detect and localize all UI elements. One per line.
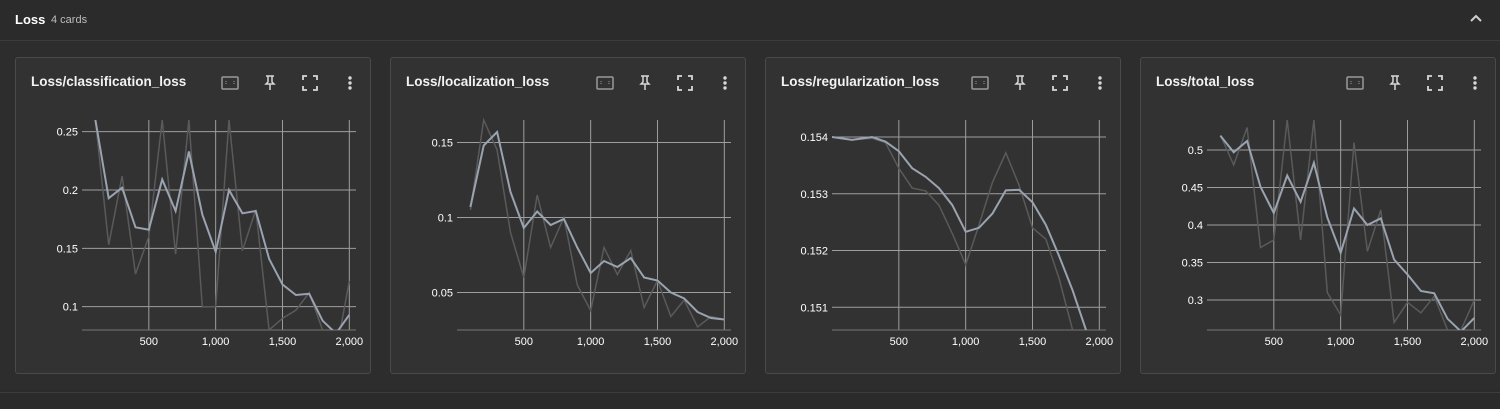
fullscreen-icon[interactable] bbox=[1424, 72, 1446, 94]
x-tick-label: 1,000 bbox=[202, 336, 230, 348]
y-tick-label: 0.152 bbox=[800, 246, 828, 258]
chart-card: Loss/regularization_loss 0.151 0.152 0.153 0… bbox=[765, 57, 1121, 374]
line-chart[interactable]: 0.151 0.152 0.153 0.154 500 1,000 1,500 2,000 bbox=[766, 98, 1120, 368]
y-tick-label: 0.2 bbox=[63, 185, 78, 197]
fit-domain-icon[interactable] bbox=[219, 72, 241, 94]
raw-series-line bbox=[469, 117, 725, 329]
x-tick-label: 2,000 bbox=[1461, 336, 1489, 348]
x-tick-label: 1,000 bbox=[577, 336, 605, 348]
y-tick-label: 0.1 bbox=[63, 302, 78, 314]
cards-area: Loss/classification_loss 0.1 0.15 0.2 0.25 50… bbox=[0, 41, 1500, 390]
y-tick-label: 0.25 bbox=[57, 127, 78, 139]
pin-icon[interactable] bbox=[259, 72, 281, 94]
chart-title: Loss/localization_loss bbox=[406, 74, 550, 89]
y-tick-label: 0.05 bbox=[432, 288, 453, 300]
raw-series-line bbox=[94, 119, 351, 330]
chart-title: Loss/total_loss bbox=[1156, 74, 1255, 89]
x-tick-label: 500 bbox=[890, 336, 908, 348]
fit-domain-icon[interactable] bbox=[969, 72, 991, 94]
y-tick-label: 0.3 bbox=[1188, 295, 1203, 307]
y-tick-label: 0.154 bbox=[800, 132, 828, 144]
group-card-count: 4 cards bbox=[51, 14, 88, 26]
pin-icon[interactable] bbox=[1009, 72, 1031, 94]
y-tick-label: 0.15 bbox=[432, 138, 453, 150]
x-tick-label: 1,500 bbox=[1394, 336, 1422, 348]
y-tick-label: 0.15 bbox=[57, 243, 78, 255]
y-tick-label: 0.4 bbox=[1188, 220, 1203, 232]
next-group-header bbox=[0, 392, 1500, 409]
chart-card: Loss/classification_loss 0.1 0.15 0.2 0.25 50… bbox=[15, 57, 371, 374]
pin-icon[interactable] bbox=[1384, 72, 1406, 94]
raw-series-line bbox=[832, 136, 1074, 330]
more-vert-icon[interactable] bbox=[339, 72, 361, 94]
more-vert-icon[interactable] bbox=[1464, 72, 1486, 94]
smoothed-series-line bbox=[94, 119, 351, 330]
fit-domain-icon[interactable] bbox=[1344, 72, 1366, 94]
more-vert-icon[interactable] bbox=[1089, 72, 1111, 94]
line-chart[interactable]: 0.3 0.35 0.4 0.45 0.5 500 1,000 1,500 2,000 bbox=[1141, 98, 1495, 368]
y-tick-label: 0.151 bbox=[800, 302, 828, 314]
x-tick-label: 1,000 bbox=[1327, 336, 1355, 348]
more-vert-icon[interactable] bbox=[714, 72, 736, 94]
y-tick-label: 0.35 bbox=[1182, 258, 1203, 270]
x-tick-label: 1,000 bbox=[952, 336, 980, 348]
x-tick-label: 2,000 bbox=[336, 336, 364, 348]
fullscreen-icon[interactable] bbox=[674, 72, 696, 94]
x-tick-label: 2,000 bbox=[1086, 336, 1114, 348]
y-tick-label: 0.1 bbox=[438, 213, 453, 225]
y-tick-label: 0.153 bbox=[800, 189, 828, 201]
group-header: Loss 4 cards bbox=[0, 0, 1500, 41]
x-tick-label: 1,500 bbox=[1019, 336, 1047, 348]
fullscreen-icon[interactable] bbox=[299, 72, 321, 94]
x-tick-label: 500 bbox=[1265, 336, 1283, 348]
chart-card: Loss/localization_loss 0.05 0.1 0.15 500 1,00… bbox=[390, 57, 746, 374]
line-chart[interactable]: 0.1 0.15 0.2 0.25 500 1,000 1,500 2,000 bbox=[16, 98, 370, 368]
smoothed-series-line bbox=[832, 135, 1087, 330]
chevron-up-icon[interactable] bbox=[1468, 10, 1484, 26]
x-tick-label: 1,500 bbox=[644, 336, 672, 348]
pin-icon[interactable] bbox=[634, 72, 656, 94]
chart-card: Loss/total_loss 0.3 0.35 0.4 0.45 0.5 500 1,000… bbox=[1140, 57, 1496, 374]
x-tick-label: 500 bbox=[515, 336, 533, 348]
y-tick-label: 0.5 bbox=[1188, 145, 1203, 157]
x-tick-label: 1,500 bbox=[269, 336, 297, 348]
fit-domain-icon[interactable] bbox=[594, 72, 616, 94]
smoothed-series-line bbox=[469, 129, 725, 321]
x-tick-label: 2,000 bbox=[711, 336, 739, 348]
line-chart[interactable]: 0.05 0.1 0.15 500 1,000 1,500 2,000 bbox=[391, 98, 745, 368]
fullscreen-icon[interactable] bbox=[1049, 72, 1071, 94]
group-title: Loss bbox=[15, 12, 46, 27]
chart-title: Loss/classification_loss bbox=[31, 74, 187, 89]
y-tick-label: 0.45 bbox=[1182, 183, 1203, 195]
chart-title: Loss/regularization_loss bbox=[781, 74, 940, 89]
x-tick-label: 500 bbox=[140, 336, 158, 348]
